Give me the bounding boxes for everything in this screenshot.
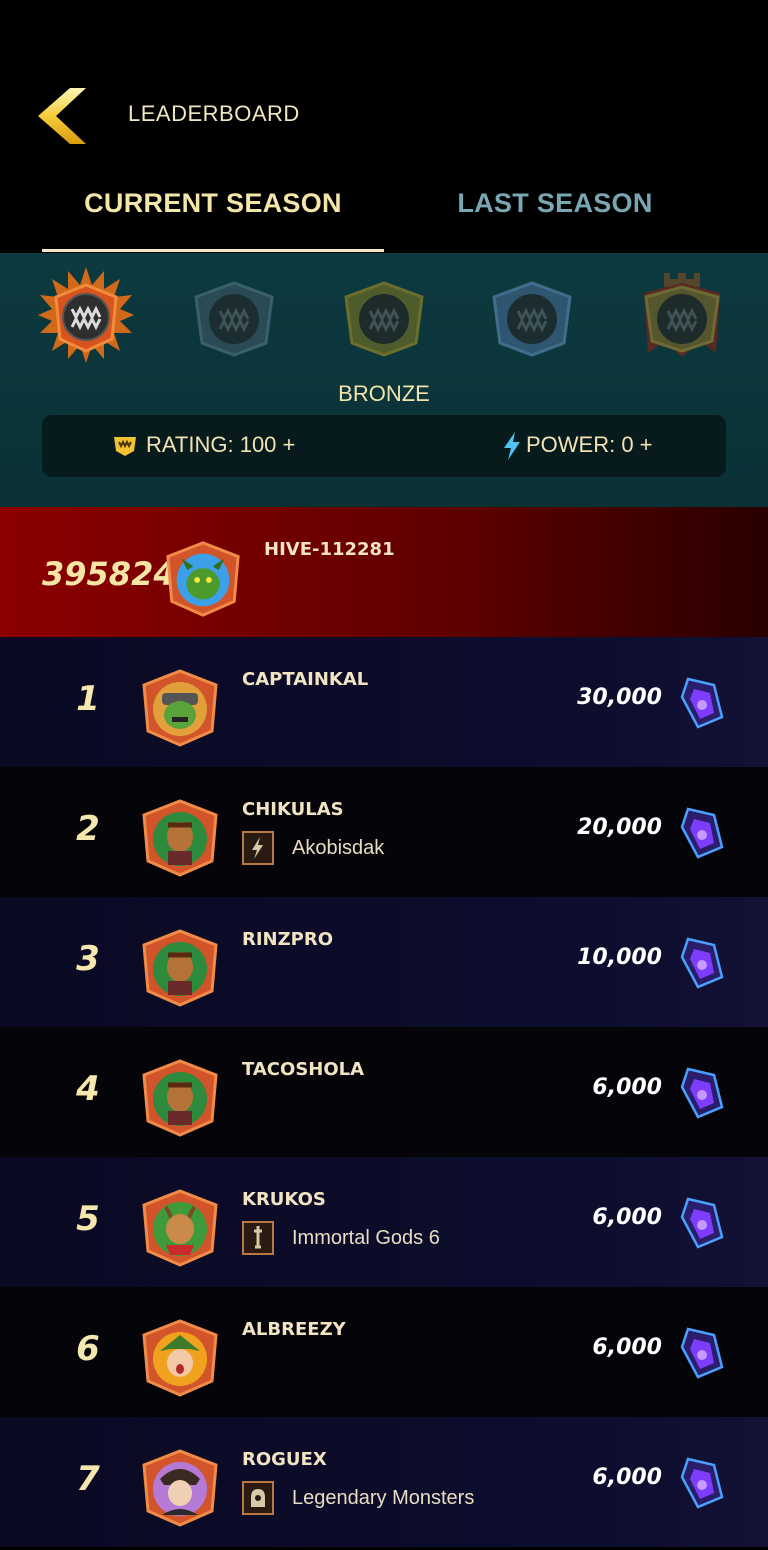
lightning-icon: [504, 432, 520, 461]
player-name: ALBREEZY: [242, 1319, 346, 1340]
player-name: TACOSHOLA: [242, 1059, 365, 1080]
player-name: CHIKULAS: [242, 799, 344, 820]
guild[interactable]: Akobisdak: [242, 831, 384, 865]
leaderboard-row[interactable]: 5 KRUKOS Immortal Gods 6 6,000: [0, 1157, 768, 1287]
row-rank: 5: [76, 1199, 100, 1239]
diamond-league-icon[interactable]: [484, 267, 580, 363]
player-name: ROGUEX: [242, 1449, 327, 1470]
reward-amount: 6,000: [592, 1465, 662, 1490]
player-name: KRUKOS: [242, 1189, 326, 1210]
guild-banner-icon: [242, 1221, 274, 1255]
row-rank: 3: [76, 939, 100, 979]
rating-requirement: RATING: 100 +: [112, 432, 295, 458]
guild-name: Legendary Monsters: [292, 1486, 475, 1509]
leaderboard-row[interactable]: 3 RINZPRO 10,000: [0, 897, 768, 1027]
rating-icon: [114, 437, 136, 457]
reward-amount: 6,000: [592, 1335, 662, 1360]
row-rank: 1: [76, 679, 100, 719]
player-avatar: [166, 541, 240, 617]
rating-label: RATING: 100 +: [146, 432, 296, 457]
back-button[interactable]: [34, 86, 94, 146]
guild-banner-icon: [242, 1481, 274, 1515]
avatar: [142, 1319, 218, 1397]
row-rank: 7: [76, 1459, 100, 1499]
gem-icon: [680, 1197, 724, 1249]
avatar: [142, 929, 218, 1007]
league-panel: BRONZE RATING: 100 + POWER: 0 +: [0, 253, 768, 507]
row-rank: 2: [76, 809, 100, 849]
player-name: CAPTAINKAL: [242, 669, 369, 690]
reward-amount: 6,000: [592, 1205, 662, 1230]
guild-name: Immortal Gods 6: [292, 1226, 440, 1249]
gem-icon: [680, 1457, 724, 1509]
tab-current-season[interactable]: CURRENT SEASON: [42, 188, 384, 248]
silver-league-icon[interactable]: [186, 267, 282, 363]
avatar: [142, 1449, 218, 1527]
player-name: HIVE-112281: [264, 539, 395, 560]
header: LEADERBOARD: [0, 0, 768, 160]
back-chevron-icon[interactable]: [34, 86, 94, 146]
leaderboard-row[interactable]: 7 ROGUEX Legendary Monsters 6,000: [0, 1417, 768, 1547]
reward-amount: 10,000: [577, 945, 662, 970]
guild[interactable]: Legendary Monsters: [242, 1481, 474, 1515]
leaderboard-row[interactable]: 2 CHIKULAS Akobisdak 20,000: [0, 767, 768, 897]
leaderboard-row[interactable]: 4 TACOSHOLA 6,000: [0, 1027, 768, 1157]
gem-icon: [680, 937, 724, 989]
page-title: LEADERBOARD: [128, 101, 300, 126]
reward-amount: 6,000: [592, 1075, 662, 1100]
gold-league-icon[interactable]: [336, 267, 432, 363]
bronze-league-icon[interactable]: [38, 267, 134, 363]
avatar: [142, 669, 218, 747]
leaderboard-row[interactable]: 6 ALBREEZY 6,000: [0, 1287, 768, 1417]
guild[interactable]: Immortal Gods 6: [242, 1221, 440, 1255]
tab-last-season[interactable]: LAST SEASON: [384, 188, 726, 248]
avatar: [142, 1189, 218, 1267]
row-rank: 4: [76, 1069, 100, 1109]
reward-amount: 20,000: [577, 815, 662, 840]
power-requirement: POWER: 0 +: [502, 432, 653, 461]
avatar: [142, 1059, 218, 1137]
player-name: RINZPRO: [242, 929, 334, 950]
reward-amount: 30,000: [577, 685, 662, 710]
guild-banner-icon: [242, 831, 274, 865]
league-name: BRONZE: [338, 381, 430, 406]
active-tab-indicator: [42, 249, 384, 252]
season-tabs: CURRENT SEASON LAST SEASON: [0, 160, 768, 253]
gem-icon: [680, 1327, 724, 1379]
gem-icon: [680, 677, 724, 729]
player-rank: 395824: [42, 555, 176, 593]
avatar: [142, 799, 218, 877]
gem-icon: [680, 1067, 724, 1119]
league-requirements: RATING: 100 + POWER: 0 +: [42, 415, 726, 477]
current-player-row[interactable]: 395824 HIVE-112281: [0, 507, 768, 637]
champion-league-icon[interactable]: [634, 267, 730, 363]
leaderboard-row[interactable]: 1 CAPTAINKAL 30,000: [0, 637, 768, 767]
power-label: POWER: 0 +: [526, 432, 653, 457]
guild-name: Akobisdak: [292, 836, 385, 859]
row-rank: 6: [76, 1329, 100, 1369]
gem-icon: [680, 807, 724, 859]
